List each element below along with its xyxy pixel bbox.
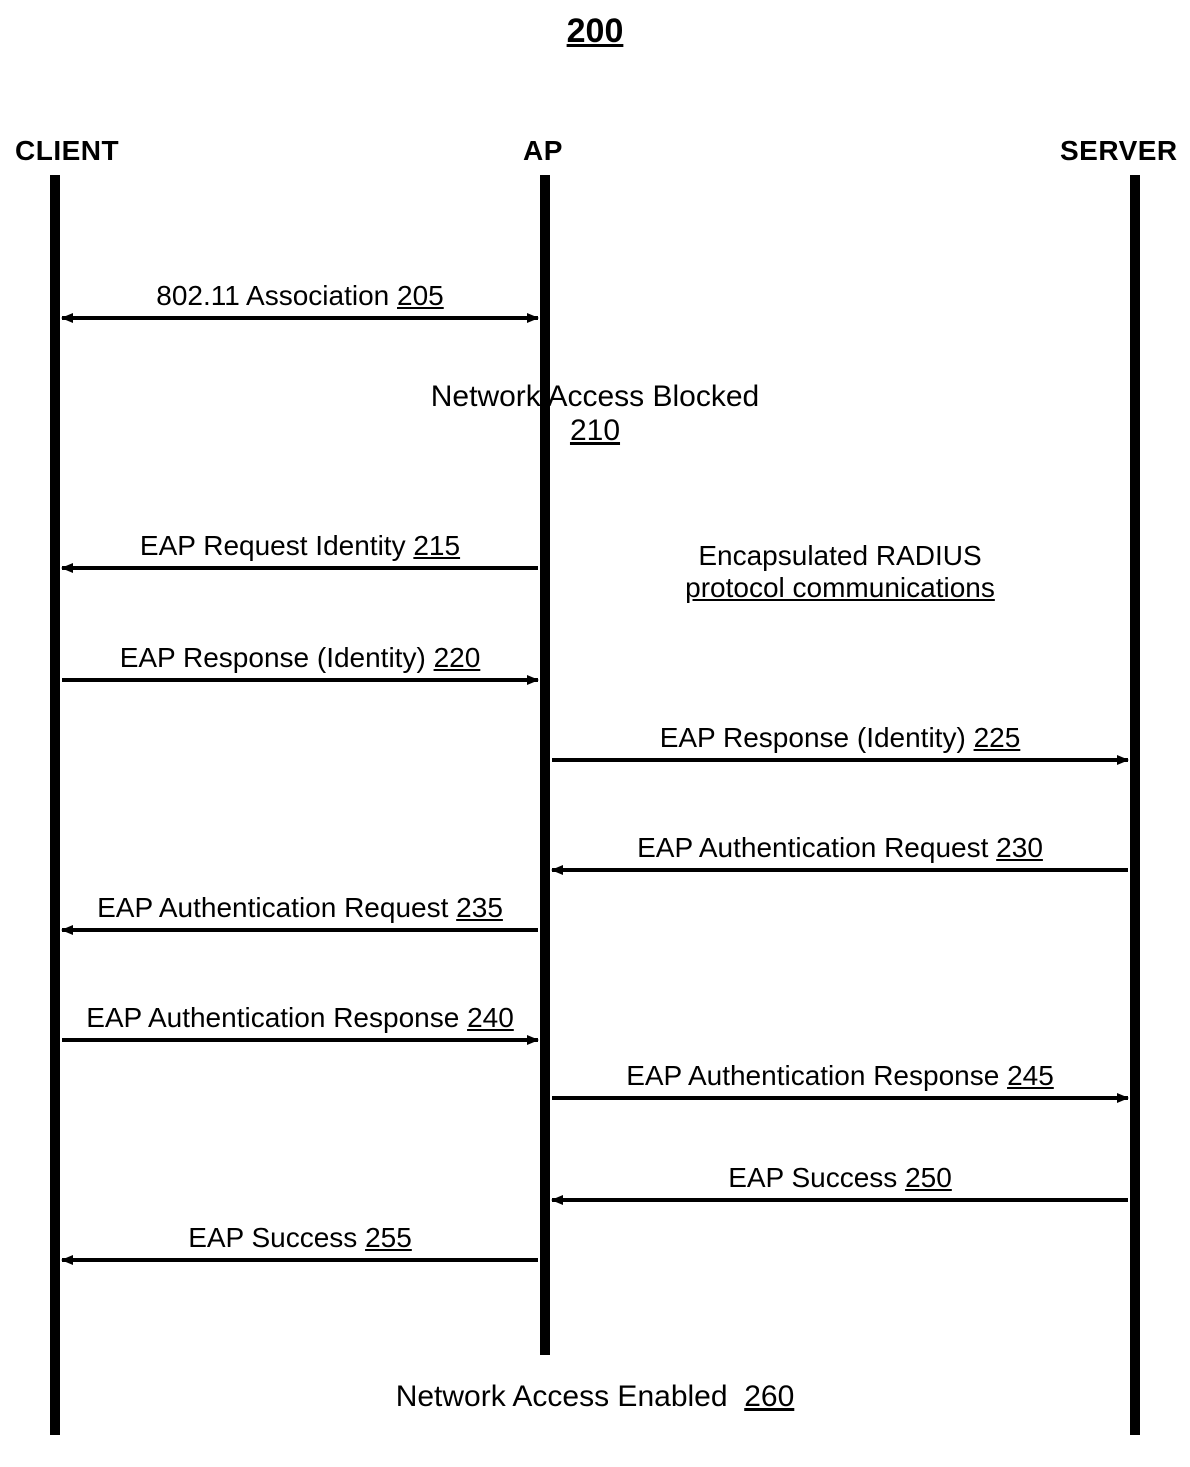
status-enabled: Network Access Enabled 260 bbox=[0, 1380, 1190, 1414]
status-num: 210 bbox=[570, 414, 620, 447]
msg-text: EAP Success bbox=[188, 1222, 357, 1253]
msg-num: 215 bbox=[413, 530, 460, 561]
msg-num: 250 bbox=[905, 1162, 952, 1193]
msg-text: EAP Authentication Request bbox=[97, 892, 448, 923]
msg-assoc: 802.11 Association 205 bbox=[62, 280, 538, 312]
msg-text: 802.11 Association bbox=[156, 280, 389, 311]
msg-text: EAP Response (Identity) bbox=[660, 722, 966, 753]
msg-auth-resp-l: EAP Authentication Response 240 bbox=[62, 1002, 538, 1034]
radius-line2: protocol communications bbox=[685, 572, 995, 603]
msg-resp-id-l: EAP Response (Identity) 220 bbox=[62, 642, 538, 674]
status-text: Network Access Blocked bbox=[431, 380, 759, 413]
msg-num: 225 bbox=[974, 722, 1021, 753]
status-text: Network Access Enabled bbox=[396, 1380, 728, 1413]
msg-num: 230 bbox=[996, 832, 1043, 863]
msg-auth-req-l: EAP Authentication Request 235 bbox=[62, 892, 538, 924]
msg-num: 220 bbox=[434, 642, 481, 673]
msg-text: EAP Success bbox=[728, 1162, 897, 1193]
msg-text: EAP Request Identity bbox=[140, 530, 406, 561]
msg-auth-resp-r: EAP Authentication Response 245 bbox=[552, 1060, 1128, 1092]
radius-note: Encapsulated RADIUS protocol communicati… bbox=[560, 540, 1120, 604]
msg-text: EAP Authentication Response bbox=[86, 1002, 459, 1033]
msg-text: EAP Response (Identity) bbox=[120, 642, 426, 673]
msg-num: 255 bbox=[365, 1222, 412, 1253]
msg-text: EAP Authentication Request bbox=[637, 832, 988, 863]
msg-num: 205 bbox=[397, 280, 444, 311]
msg-num: 240 bbox=[467, 1002, 514, 1033]
msg-resp-id-r: EAP Response (Identity) 225 bbox=[552, 722, 1128, 754]
msg-num: 235 bbox=[456, 892, 503, 923]
status-num: 260 bbox=[744, 1380, 794, 1413]
sequence-diagram: 200 CLIENT AP SERVER 802.11 Associati bbox=[0, 0, 1190, 1467]
msg-num: 245 bbox=[1007, 1060, 1054, 1091]
status-blocked: Network Access Blocked 210 bbox=[0, 380, 1190, 448]
msg-succ-l: EAP Success 255 bbox=[62, 1222, 538, 1254]
msg-succ-r: EAP Success 250 bbox=[552, 1162, 1128, 1194]
radius-line1: Encapsulated RADIUS bbox=[698, 540, 981, 571]
msg-auth-req-r: EAP Authentication Request 230 bbox=[552, 832, 1128, 864]
msg-req-id: EAP Request Identity 215 bbox=[62, 530, 538, 562]
msg-text: EAP Authentication Response bbox=[626, 1060, 999, 1091]
